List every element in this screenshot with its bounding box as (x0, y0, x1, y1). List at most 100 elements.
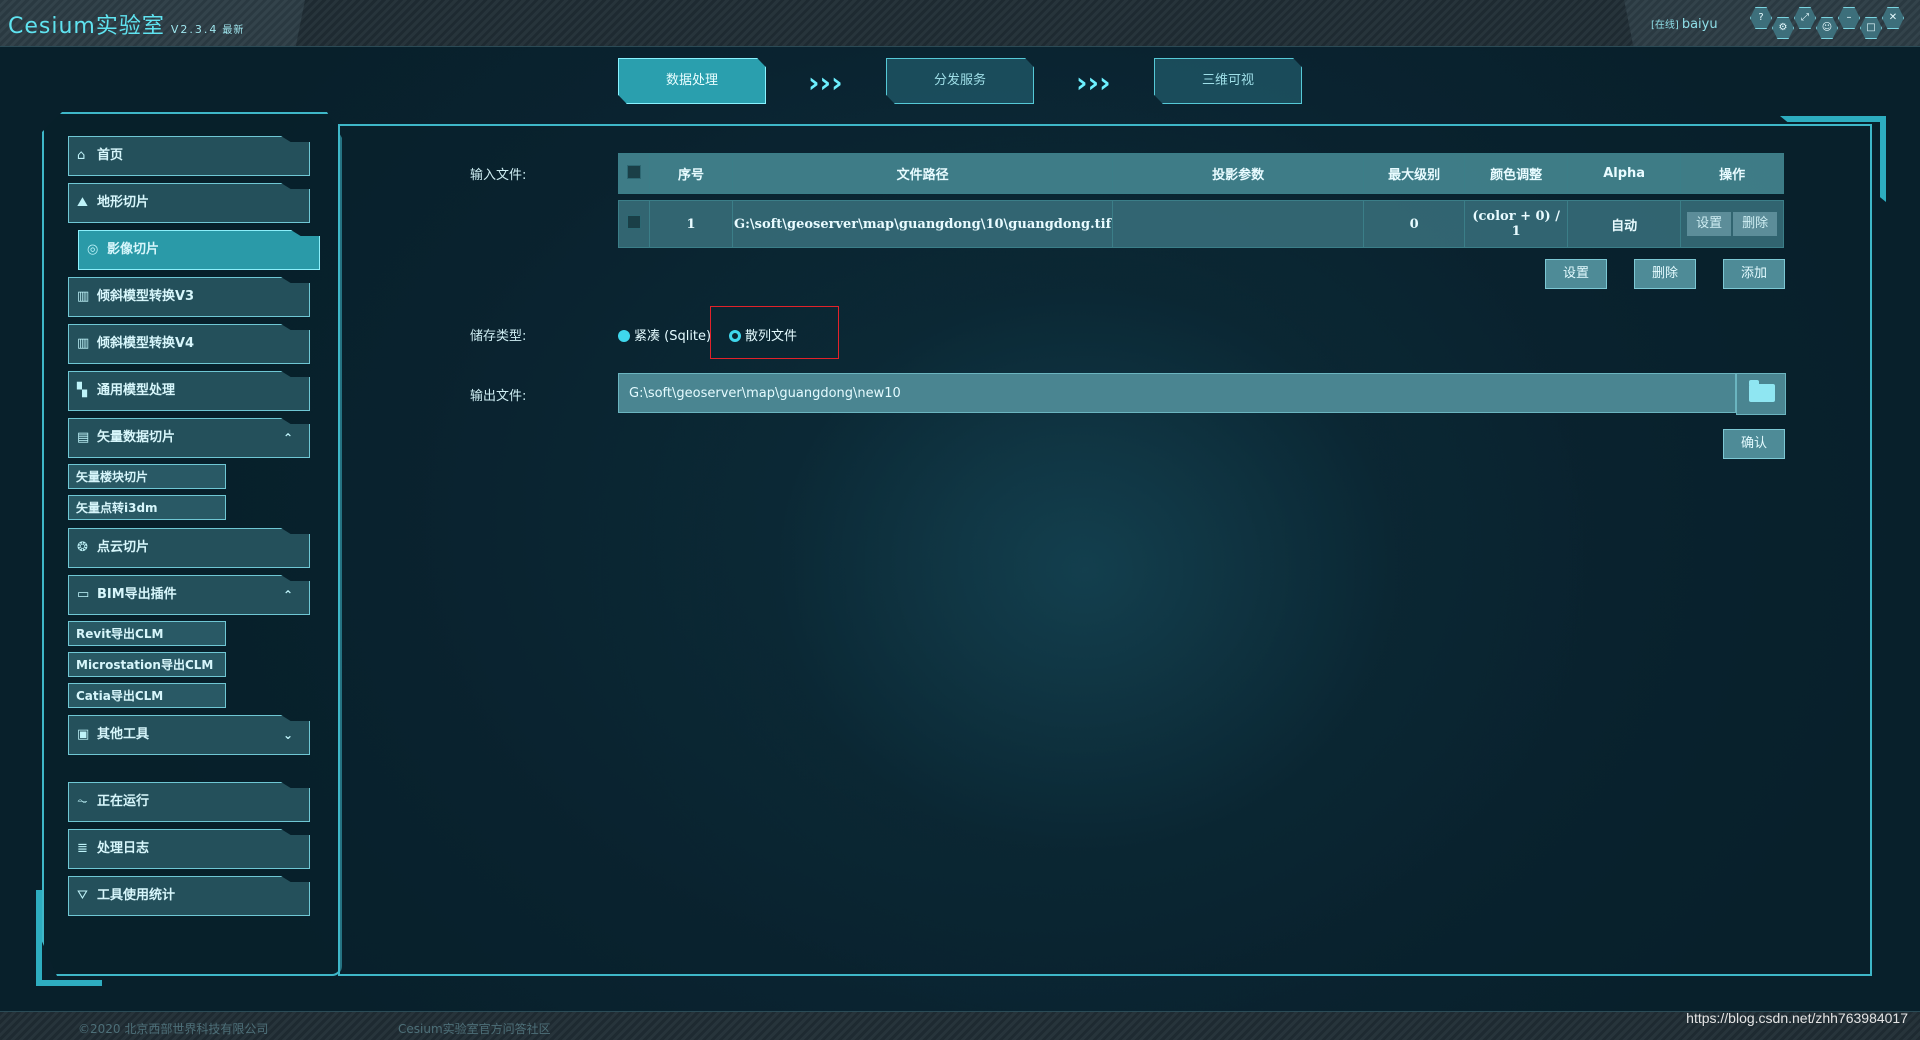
sidebar-item-bim[interactable]: ▭ BIM导出插件 ⌃ (68, 575, 310, 615)
folder-icon (1749, 380, 1775, 402)
column-header: 最大级别 (1363, 153, 1466, 194)
confirm-button[interactable]: 确认 (1723, 429, 1785, 459)
storage-option-compact[interactable]: 紧凑 (Sqlite) (618, 325, 711, 344)
app-version: V2.3.4 (170, 23, 219, 36)
chevron-right-icon: ››› (1076, 66, 1111, 99)
column-header: 序号 (649, 153, 733, 194)
sidebar-item-running[interactable]: ⏦ 正在运行 (68, 782, 310, 822)
building-icon: ▥ (77, 289, 90, 304)
sidebar-item-pointcloud[interactable]: ❂ 点云切片 (68, 528, 310, 568)
storage-type-label: 储存类型: (470, 329, 527, 344)
column-header: 文件路径 (731, 153, 1114, 194)
watermark-text: https://blog.csdn.net/zhh763984017 (1686, 1010, 1908, 1026)
vector-icon: ▤ (77, 430, 90, 445)
row-settings-button[interactable]: 设置 (1687, 212, 1732, 236)
table-delete-button[interactable]: 删除 (1634, 259, 1696, 289)
sidebar-item-home[interactable]: ⌂ 首页 (68, 136, 310, 176)
model-icon: ▚ (77, 383, 87, 398)
title-bar: Cesium实验室 V2.3.4 最新 [在线] baiyu ? ⚙ ⤢ ☺ – □ … (0, 0, 1920, 47)
building-icon: ▥ (77, 336, 90, 351)
community-link[interactable]: Cesium实验室官方问答社区 (398, 1020, 551, 1037)
table-header-row: 序号 文件路径 投影参数 最大级别 颜色调整 Alpha 操作 (618, 153, 1784, 194)
sidebar-item-label: 影像切片 (107, 242, 160, 257)
sidebar-subitem-revit[interactable]: Revit导出CLM (68, 621, 226, 646)
sidebar-subitem-catia[interactable]: Catia导出CLM (68, 683, 226, 708)
sidebar-item-label: 首页 (97, 148, 124, 163)
step-data-processing[interactable]: 数据处理 (618, 58, 766, 104)
input-file-table: 序号 文件路径 投影参数 最大级别 颜色调整 Alpha 操作 1 G:\sof… (618, 153, 1784, 248)
home-icon: ⌂ (77, 148, 86, 163)
sidebar-item-imagery[interactable]: ◎ 影像切片 (78, 230, 320, 270)
sidebar-subitem-vector-building[interactable]: 矢量楼块切片 (68, 464, 226, 489)
sidebar-item-terrain[interactable]: ⛰ 地形切片 (68, 183, 310, 223)
sidebar-item-label: 倾斜模型转换V3 (97, 289, 195, 304)
user-status: [在线] (1651, 20, 1679, 31)
running-icon: ⏦ (77, 794, 88, 809)
stats-icon: ⛛ (77, 888, 88, 903)
chevron-up-icon: ⌃ (282, 588, 293, 602)
cell-projection[interactable] (1112, 200, 1365, 248)
sidebar-item-label: 地形切片 (97, 195, 150, 210)
sidebar-item-oblique-v3[interactable]: ▥ 倾斜模型转换V3 (68, 277, 310, 317)
bim-icon: ▭ (77, 587, 90, 602)
table-settings-button[interactable]: 设置 (1545, 259, 1607, 289)
sidebar-item-label: 工具使用统计 (97, 888, 176, 903)
radio-icon[interactable] (618, 330, 630, 342)
sidebar-item-other-tools[interactable]: ▣ 其他工具 ⌄ (68, 715, 310, 755)
column-header: 操作 (1680, 153, 1784, 194)
input-file-label: 输入文件: (470, 168, 527, 183)
cell-color-adjust[interactable]: (color + 0) / 1 (1464, 200, 1569, 248)
sidebar-item-label: 矢量数据切片 (97, 430, 176, 445)
app-title: Cesium实验室 V2.3.4 最新 (8, 8, 244, 40)
highlight-annotation (710, 306, 839, 359)
chevron-right-icon: ››› (808, 66, 843, 99)
browse-folder-button[interactable] (1736, 373, 1786, 415)
sidebar-item-stats[interactable]: ⛛ 工具使用统计 (68, 876, 310, 916)
sidebar-item-vector[interactable]: ▤ 矢量数据切片 ⌃ (68, 418, 310, 458)
select-all-checkbox[interactable] (627, 164, 641, 179)
cell-index: 1 (649, 200, 733, 248)
column-header: Alpha (1567, 153, 1682, 194)
sidebar-item-label: 点云切片 (97, 540, 150, 555)
footer: ©2020 北京西部世界科技有限公司 Cesium实验室官方问答社区 (0, 1011, 1920, 1040)
cell-file-path: G:\soft\geoserver\map\guangdong\10\guang… (731, 200, 1114, 248)
cell-operations: 设置 删除 (1680, 200, 1784, 248)
sidebar-item-log[interactable]: ≣ 处理日志 (68, 829, 310, 869)
image-icon: ◎ (87, 242, 99, 257)
chevron-down-icon: ⌄ (282, 728, 293, 742)
row-checkbox[interactable] (627, 215, 641, 229)
terrain-icon: ⛰ (77, 195, 88, 210)
select-all-checkbox-cell[interactable] (618, 153, 650, 194)
step-3d-visualization[interactable]: 三维可视 (1154, 58, 1302, 104)
row-delete-button[interactable]: 删除 (1733, 212, 1778, 236)
output-file-label: 输出文件: (470, 389, 527, 404)
sidebar-item-label: 倾斜模型转换V4 (97, 336, 195, 351)
row-checkbox-cell[interactable] (618, 200, 650, 248)
column-header: 投影参数 (1112, 153, 1365, 194)
sidebar-item-label: 通用模型处理 (97, 383, 176, 398)
sidebar-item-model[interactable]: ▚ 通用模型处理 (68, 371, 310, 411)
sidebar-item-oblique-v4[interactable]: ▥ 倾斜模型转换V4 (68, 324, 310, 364)
sidebar-item-label: 其他工具 (97, 727, 150, 742)
table-row[interactable]: 1 G:\soft\geoserver\map\guangdong\10\gua… (618, 200, 1784, 248)
tools-icon: ▣ (77, 727, 90, 742)
sidebar-subitem-microstation[interactable]: Microstation导出CLM (68, 652, 226, 677)
app-name: Cesium实验室 (8, 14, 165, 39)
user-name: baiyu (1681, 17, 1718, 32)
user-info[interactable]: [在线] baiyu (1651, 16, 1718, 32)
sidebar-item-label: 处理日志 (97, 841, 150, 856)
sidebar-item-label: 正在运行 (97, 794, 150, 809)
step-distribution-service[interactable]: 分发服务 (886, 58, 1034, 104)
column-header: 颜色调整 (1464, 153, 1569, 194)
cell-max-level[interactable]: 0 (1363, 200, 1466, 248)
chevron-up-icon: ⌃ (282, 431, 293, 445)
sidebar-subitem-vector-point[interactable]: 矢量点转i3dm (68, 495, 226, 520)
radio-label: 紧凑 (Sqlite) (634, 329, 712, 344)
version-badge: 最新 (222, 25, 245, 36)
cell-alpha[interactable]: 自动 (1567, 200, 1682, 248)
log-icon: ≣ (77, 841, 88, 856)
copyright-text: ©2020 北京西部世界科技有限公司 (78, 1022, 269, 1036)
table-add-button[interactable]: 添加 (1723, 259, 1785, 289)
output-path-input[interactable]: G:\soft\geoserver\map\guangdong\new10 (618, 373, 1736, 413)
sidebar-item-label: BIM导出插件 (97, 587, 177, 602)
